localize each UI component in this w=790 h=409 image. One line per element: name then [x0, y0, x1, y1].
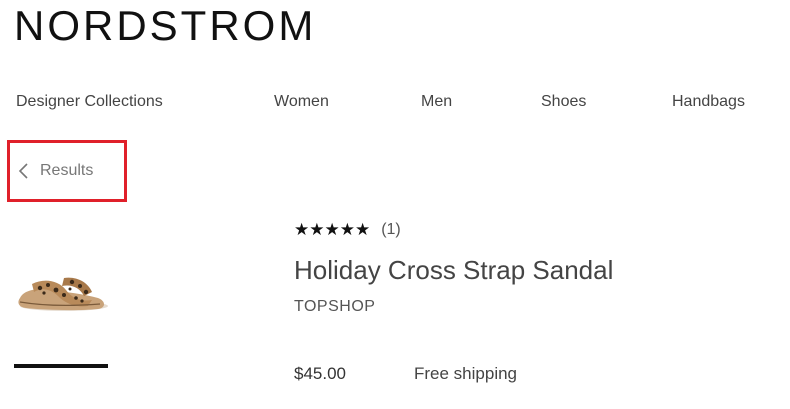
product-thumbnail[interactable] [14, 268, 110, 314]
nav-item-designer-collections[interactable]: Designer Collections [16, 92, 163, 112]
back-to-results-link[interactable]: Results [16, 160, 93, 182]
nordstrom-logo[interactable]: NORDSTROM [14, 4, 316, 48]
review-count[interactable]: (1) [381, 219, 401, 241]
rating-stars-icon: ★★★★★ [294, 220, 371, 239]
nav-item-men[interactable]: Men [421, 92, 452, 112]
product-rating[interactable]: ★★★★★ (1) [294, 219, 401, 241]
chevron-left-icon [18, 163, 28, 179]
nav-item-handbags[interactable]: Handbags [672, 92, 745, 112]
shipping-info: Free shipping [414, 364, 518, 383]
nav-item-women[interactable]: Women [274, 92, 329, 112]
back-to-results-label: Results [40, 162, 94, 179]
main-nav: Designer Collections Women Men Shoes Han… [0, 92, 790, 112]
thumbnail-selected-indicator [14, 364, 108, 368]
nav-item-shoes[interactable]: Shoes [541, 92, 586, 112]
product-price: $45.00 [294, 364, 346, 383]
product-title: Holiday Cross Strap Sandal [294, 255, 614, 285]
product-brand-link[interactable]: TOPSHOP [294, 296, 375, 318]
